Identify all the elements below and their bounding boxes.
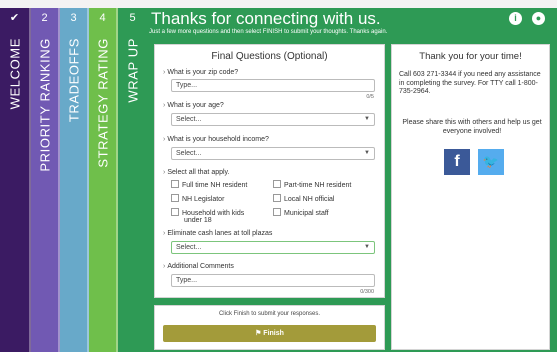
- thank-you-panel: Thank you for your time! Call 603 271-33…: [391, 44, 550, 350]
- caret-down-icon: ▼: [364, 150, 370, 156]
- checkbox-box[interactable]: [171, 180, 179, 188]
- final-questions-panel: Final Questions (Optional) › What is your…: [154, 44, 385, 298]
- checkbox-part-time[interactable]: Part-time NH resident: [273, 180, 351, 189]
- finish-button[interactable]: ⚑ Finish: [163, 325, 376, 342]
- caret-down-icon: ▼: [364, 244, 370, 250]
- checkbox-municipal-staff[interactable]: Municipal staff: [273, 208, 329, 217]
- share-text: Please share this with others and help u…: [402, 119, 542, 135]
- contact-text: Call 603 271-3344 if you need any assist…: [399, 71, 541, 95]
- flag-icon: ⚑: [255, 330, 262, 337]
- income-select[interactable]: Select... ▼: [171, 147, 375, 160]
- tab-strategy-rating[interactable]: 4 STRATEGY RATING: [89, 8, 118, 352]
- tab-wrap-up[interactable]: 5 WRAP UP: [118, 8, 147, 352]
- finish-panel: Click Finish to submit your responses. ⚑…: [154, 305, 385, 350]
- comments-label: › Additional Comments: [163, 263, 234, 270]
- tab-number: 3: [70, 12, 77, 24]
- tab-label: WRAP UP: [125, 38, 140, 103]
- tab-label: TRADEOFFS: [66, 38, 81, 123]
- tab-number: 5: [129, 12, 136, 24]
- tab-label: STRATEGY RATING: [95, 38, 110, 168]
- cash-lanes-select[interactable]: Select... ▼: [171, 241, 375, 254]
- info-icon[interactable]: i: [509, 12, 522, 25]
- checkbox-local-official[interactable]: Local NH official: [273, 194, 334, 203]
- thank-you-title: Thank you for your time!: [419, 51, 522, 62]
- tab-number: 2: [41, 12, 48, 24]
- tab-number: 4: [99, 12, 106, 24]
- checkbox-box[interactable]: [273, 180, 281, 188]
- cash-lanes-label: › Eliminate cash lanes at toll plazas: [163, 230, 273, 237]
- comments-input[interactable]: Type...: [171, 274, 375, 287]
- chevron-right-icon: ›: [163, 169, 166, 176]
- age-label: › What is your age?: [163, 102, 224, 109]
- checkbox-box[interactable]: [171, 208, 179, 216]
- facebook-icon[interactable]: f: [444, 149, 470, 175]
- finish-note: Click Finish to submit your responses.: [218, 311, 321, 317]
- page-title: Thanks for connecting with us.: [151, 9, 381, 28]
- checkbox-full-time[interactable]: Full time NH resident: [171, 180, 247, 189]
- tab-welcome[interactable]: ✔ WELCOME: [0, 8, 31, 352]
- comments-counter: 0/300: [360, 289, 374, 295]
- chevron-right-icon: ›: [163, 263, 166, 270]
- income-label: › What is your household income?: [163, 136, 269, 143]
- checkbox-box[interactable]: [273, 208, 281, 216]
- zip-counter: 0/5: [366, 94, 374, 100]
- questions-title: Final Questions (Optional): [211, 51, 328, 62]
- zip-input[interactable]: Type...: [171, 79, 375, 92]
- browser-strip: [0, 0, 557, 8]
- checkbox-household-kids[interactable]: Household with kids under 18: [171, 208, 244, 224]
- twitter-icon[interactable]: 🐦: [478, 149, 504, 175]
- zip-label: › What is your zip code?: [163, 69, 239, 76]
- chevron-right-icon: ›: [163, 230, 166, 237]
- checkbox-legislator[interactable]: NH Legislator: [171, 194, 224, 203]
- tab-priority-ranking[interactable]: 2 PRIORITY RANKING: [31, 8, 60, 352]
- age-select[interactable]: Select... ▼: [171, 113, 375, 126]
- check-icon: ✔: [9, 12, 20, 24]
- select-all-label: › Select all that apply.: [163, 169, 230, 176]
- tab-label: PRIORITY RANKING: [37, 38, 52, 172]
- chevron-right-icon: ›: [163, 136, 166, 143]
- main-content: Thanks for connecting with us. Just a fe…: [147, 8, 557, 352]
- tab-label: WELCOME: [7, 38, 22, 110]
- page-subtitle: Just a few more questions and then selec…: [149, 29, 388, 35]
- caret-down-icon: ▼: [364, 116, 370, 122]
- tab-tradeoffs[interactable]: 3 TRADEOFFS: [60, 8, 89, 352]
- chat-icon[interactable]: ●: [532, 12, 545, 25]
- chevron-right-icon: ›: [163, 69, 166, 76]
- checkbox-box[interactable]: [171, 194, 179, 202]
- chevron-right-icon: ›: [163, 102, 166, 109]
- checkbox-box[interactable]: [273, 194, 281, 202]
